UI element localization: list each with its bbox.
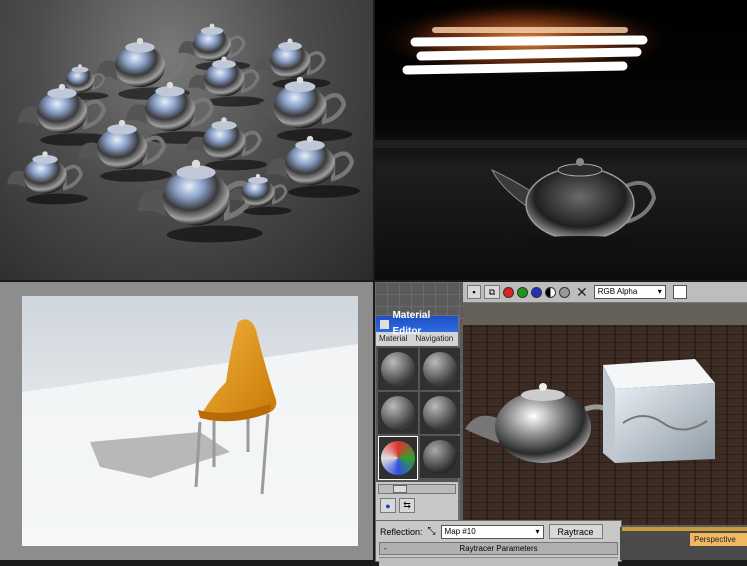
editor-toolbar: ● ⇆ [376, 496, 458, 515]
eyedropper-icon[interactable]: ⤡ [428, 526, 436, 537]
channel-select-value: RGB Alpha [597, 287, 638, 296]
material-editor-titlebar[interactable]: Material Editor [376, 310, 458, 337]
rollout-subheader [379, 557, 618, 566]
blue-channel-button[interactable] [531, 286, 542, 298]
map-select-value: Map #10 [444, 526, 476, 536]
sample-slot[interactable] [378, 348, 418, 390]
app-icon [380, 319, 390, 329]
render-chair [0, 282, 373, 560]
rollout-title: Raytracer Parameters [459, 544, 538, 553]
clone-icon[interactable]: ⧉ [484, 285, 500, 299]
sample-slot-active[interactable] [378, 436, 418, 480]
alpha-channel-button[interactable] [545, 286, 556, 298]
sample-slot[interactable] [420, 348, 460, 390]
reflection-label: Reflection: [380, 526, 423, 537]
collapse-icon: - [384, 544, 387, 553]
color-swatch[interactable] [672, 285, 687, 299]
render-lamp-teapot [375, 0, 747, 280]
chair-image [22, 296, 358, 546]
green-channel-button[interactable] [517, 286, 528, 298]
viewport-strip: Perspective [620, 527, 747, 560]
red-channel-button[interactable] [503, 286, 514, 298]
parameters-panel: Reflection: ⤡ Map #10 ▾ Raytrace - Raytr… [375, 520, 622, 566]
menu-navigation[interactable]: Navigation [415, 332, 453, 346]
raytrace-button[interactable]: Raytrace [548, 524, 603, 539]
render-toolbar: ▪ ⧉ ✕ RGB Alpha ▾ [463, 282, 747, 303]
map-select[interactable]: Map #10 ▾ [440, 524, 544, 539]
render-frame [463, 303, 747, 525]
clear-icon[interactable]: ✕ [576, 284, 588, 301]
viewport-label[interactable]: Perspective [690, 533, 747, 546]
scrollbar-thumb[interactable] [393, 485, 407, 493]
put-material-icon[interactable]: ⇆ [399, 498, 415, 513]
render-teapot-array [0, 0, 373, 280]
sample-slot[interactable] [378, 392, 418, 434]
slots-scrollbar[interactable] [378, 484, 456, 494]
mono-channel-button[interactable] [559, 286, 570, 298]
lamp-teapot-image [375, 0, 747, 248]
teapot-array-image [5, 22, 373, 280]
material-editor-menu: Material Navigation [376, 332, 458, 346]
sample-slots [376, 346, 460, 482]
sample-slot[interactable] [420, 436, 460, 478]
menu-material[interactable]: Material [379, 332, 407, 346]
channel-select[interactable]: RGB Alpha ▾ [593, 285, 666, 299]
chrome-scene-image [463, 303, 747, 525]
rollout-header[interactable]: - Raytracer Parameters [379, 542, 618, 555]
sample-slot[interactable] [420, 392, 460, 434]
timeline-bar[interactable] [622, 527, 747, 531]
chevron-down-icon: ▾ [657, 287, 662, 296]
reflection-row: Reflection: ⤡ Map #10 ▾ Raytrace [376, 521, 621, 542]
get-material-icon[interactable]: ● [380, 498, 396, 513]
save-icon[interactable]: ▪ [467, 285, 481, 299]
chevron-down-icon: ▾ [535, 526, 540, 536]
